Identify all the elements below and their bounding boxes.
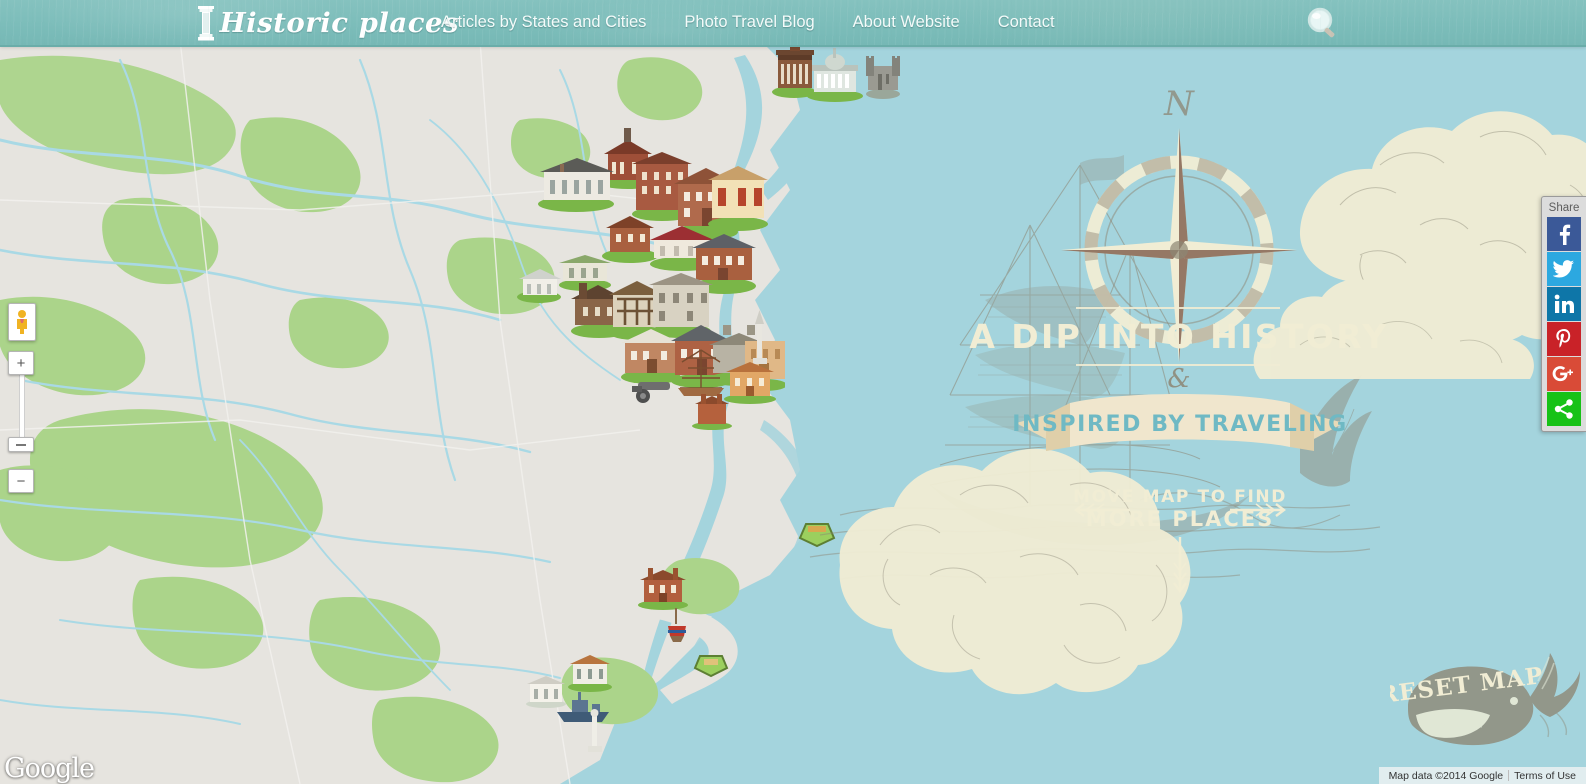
share-nodes-icon xyxy=(1554,399,1573,419)
nav-item-articles[interactable]: Articles by States and Cities xyxy=(441,13,646,32)
linkedin-icon xyxy=(1554,294,1574,313)
monument-marker[interactable] xyxy=(586,706,604,754)
main-navigation: Articles by States and Cities Photo Trav… xyxy=(441,0,1055,45)
fort-marker[interactable] xyxy=(796,514,838,548)
google-plus-icon xyxy=(1552,366,1573,382)
terms-of-use-link[interactable]: Terms of Use xyxy=(1509,770,1581,782)
fort-marker[interactable] xyxy=(692,648,730,678)
street-view-pegman-icon xyxy=(17,310,27,334)
site-logo[interactable]: Historic places xyxy=(196,2,460,44)
site-title: Historic places xyxy=(219,7,460,39)
map-canvas[interactable] xyxy=(0,0,1586,784)
linkedin-share-button[interactable] xyxy=(1547,287,1581,321)
historic-building-marker[interactable] xyxy=(566,652,614,692)
map-data-credit: Map data ©2014 Google xyxy=(1388,769,1504,782)
pinterest-share-button[interactable] xyxy=(1547,322,1581,356)
zoom-controls: + − xyxy=(8,351,34,493)
zoom-slider-rail[interactable] xyxy=(19,371,25,447)
reset-map-button[interactable]: RESET MAP xyxy=(1390,645,1580,755)
map-attribution: Map data ©2014 Google Terms of Use xyxy=(1378,767,1586,784)
addtoany-share-button[interactable] xyxy=(1547,392,1581,426)
zoom-in-button[interactable]: + xyxy=(8,351,34,375)
historic-building-marker[interactable] xyxy=(636,566,690,610)
cannon-marker[interactable] xyxy=(630,378,676,404)
ship-marker[interactable] xyxy=(664,606,690,644)
monument-marker[interactable] xyxy=(748,310,772,366)
pinterest-icon xyxy=(1556,329,1571,348)
street-view-pegman-button[interactable] xyxy=(8,303,36,341)
search-button[interactable] xyxy=(1300,5,1344,41)
nav-item-photo-travel-blog[interactable]: Photo Travel Blog xyxy=(684,13,814,32)
magnifier-icon xyxy=(1307,7,1335,38)
map-base-layer xyxy=(0,0,1586,784)
facebook-icon xyxy=(1559,224,1571,245)
map-controls: + − xyxy=(8,303,36,493)
zoom-slider-handle[interactable] xyxy=(8,437,34,452)
google-logo-text: Google xyxy=(4,753,95,784)
site-header: Historic places Articles by States and C… xyxy=(0,0,1586,47)
share-label: Share xyxy=(1548,202,1580,214)
historic-building-marker[interactable] xyxy=(690,392,734,430)
zoom-out-button[interactable]: − xyxy=(8,469,34,493)
twitter-bird-icon xyxy=(1553,260,1574,278)
column-icon xyxy=(198,6,214,41)
nav-item-contact[interactable]: Contact xyxy=(998,13,1055,32)
share-sidebar: Share xyxy=(1541,196,1586,432)
twitter-share-button[interactable] xyxy=(1547,252,1581,286)
facebook-share-button[interactable] xyxy=(1547,217,1581,251)
googleplus-share-button[interactable] xyxy=(1547,357,1581,391)
google-logo[interactable]: Google xyxy=(4,753,95,784)
nav-item-about-website[interactable]: About Website xyxy=(853,13,960,32)
